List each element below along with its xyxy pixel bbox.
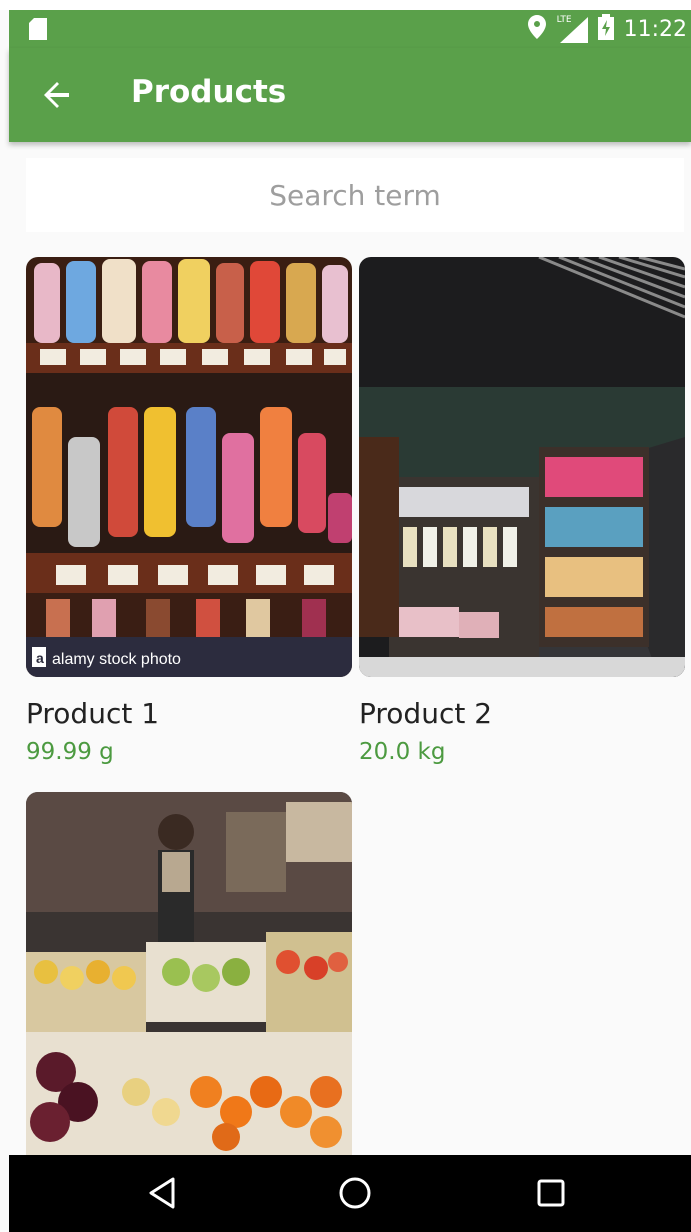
product-name-1: Product 1 — [26, 697, 160, 730]
home-circle-icon[interactable] — [335, 1173, 375, 1213]
app-bar: Products — [9, 48, 691, 142]
recents-square-icon[interactable] — [531, 1173, 571, 1213]
svg-text:a: a — [36, 650, 44, 666]
screen-top-edge — [0, 0, 691, 10]
clock: 11:22 — [623, 17, 687, 42]
network-type-label: LTE — [555, 14, 573, 25]
signal-icon: LTE — [555, 14, 588, 43]
arrow-back-icon[interactable] — [39, 76, 77, 114]
product-amount-2: 20.0 kg — [359, 739, 446, 765]
sd-card-icon — [29, 18, 47, 45]
search-placeholder: Search term — [269, 178, 441, 212]
location-icon — [527, 15, 546, 44]
status-bar: LTE 11:22 — [9, 10, 691, 48]
battery-charging-icon — [597, 14, 614, 45]
page-title: Products — [131, 74, 287, 110]
product-image-2[interactable] — [359, 257, 685, 677]
product-image-1[interactable]: a alamy stock photo — [26, 257, 352, 677]
product-image-3[interactable] — [26, 792, 352, 1155]
search-input[interactable]: Search term — [26, 158, 684, 232]
product-amount-1: 99.99 g — [26, 739, 114, 765]
watermark-text: alamy stock photo — [52, 651, 181, 668]
system-nav-bar — [9, 1155, 691, 1232]
back-triangle-icon[interactable] — [143, 1173, 183, 1213]
product-name-2: Product 2 — [359, 697, 493, 730]
